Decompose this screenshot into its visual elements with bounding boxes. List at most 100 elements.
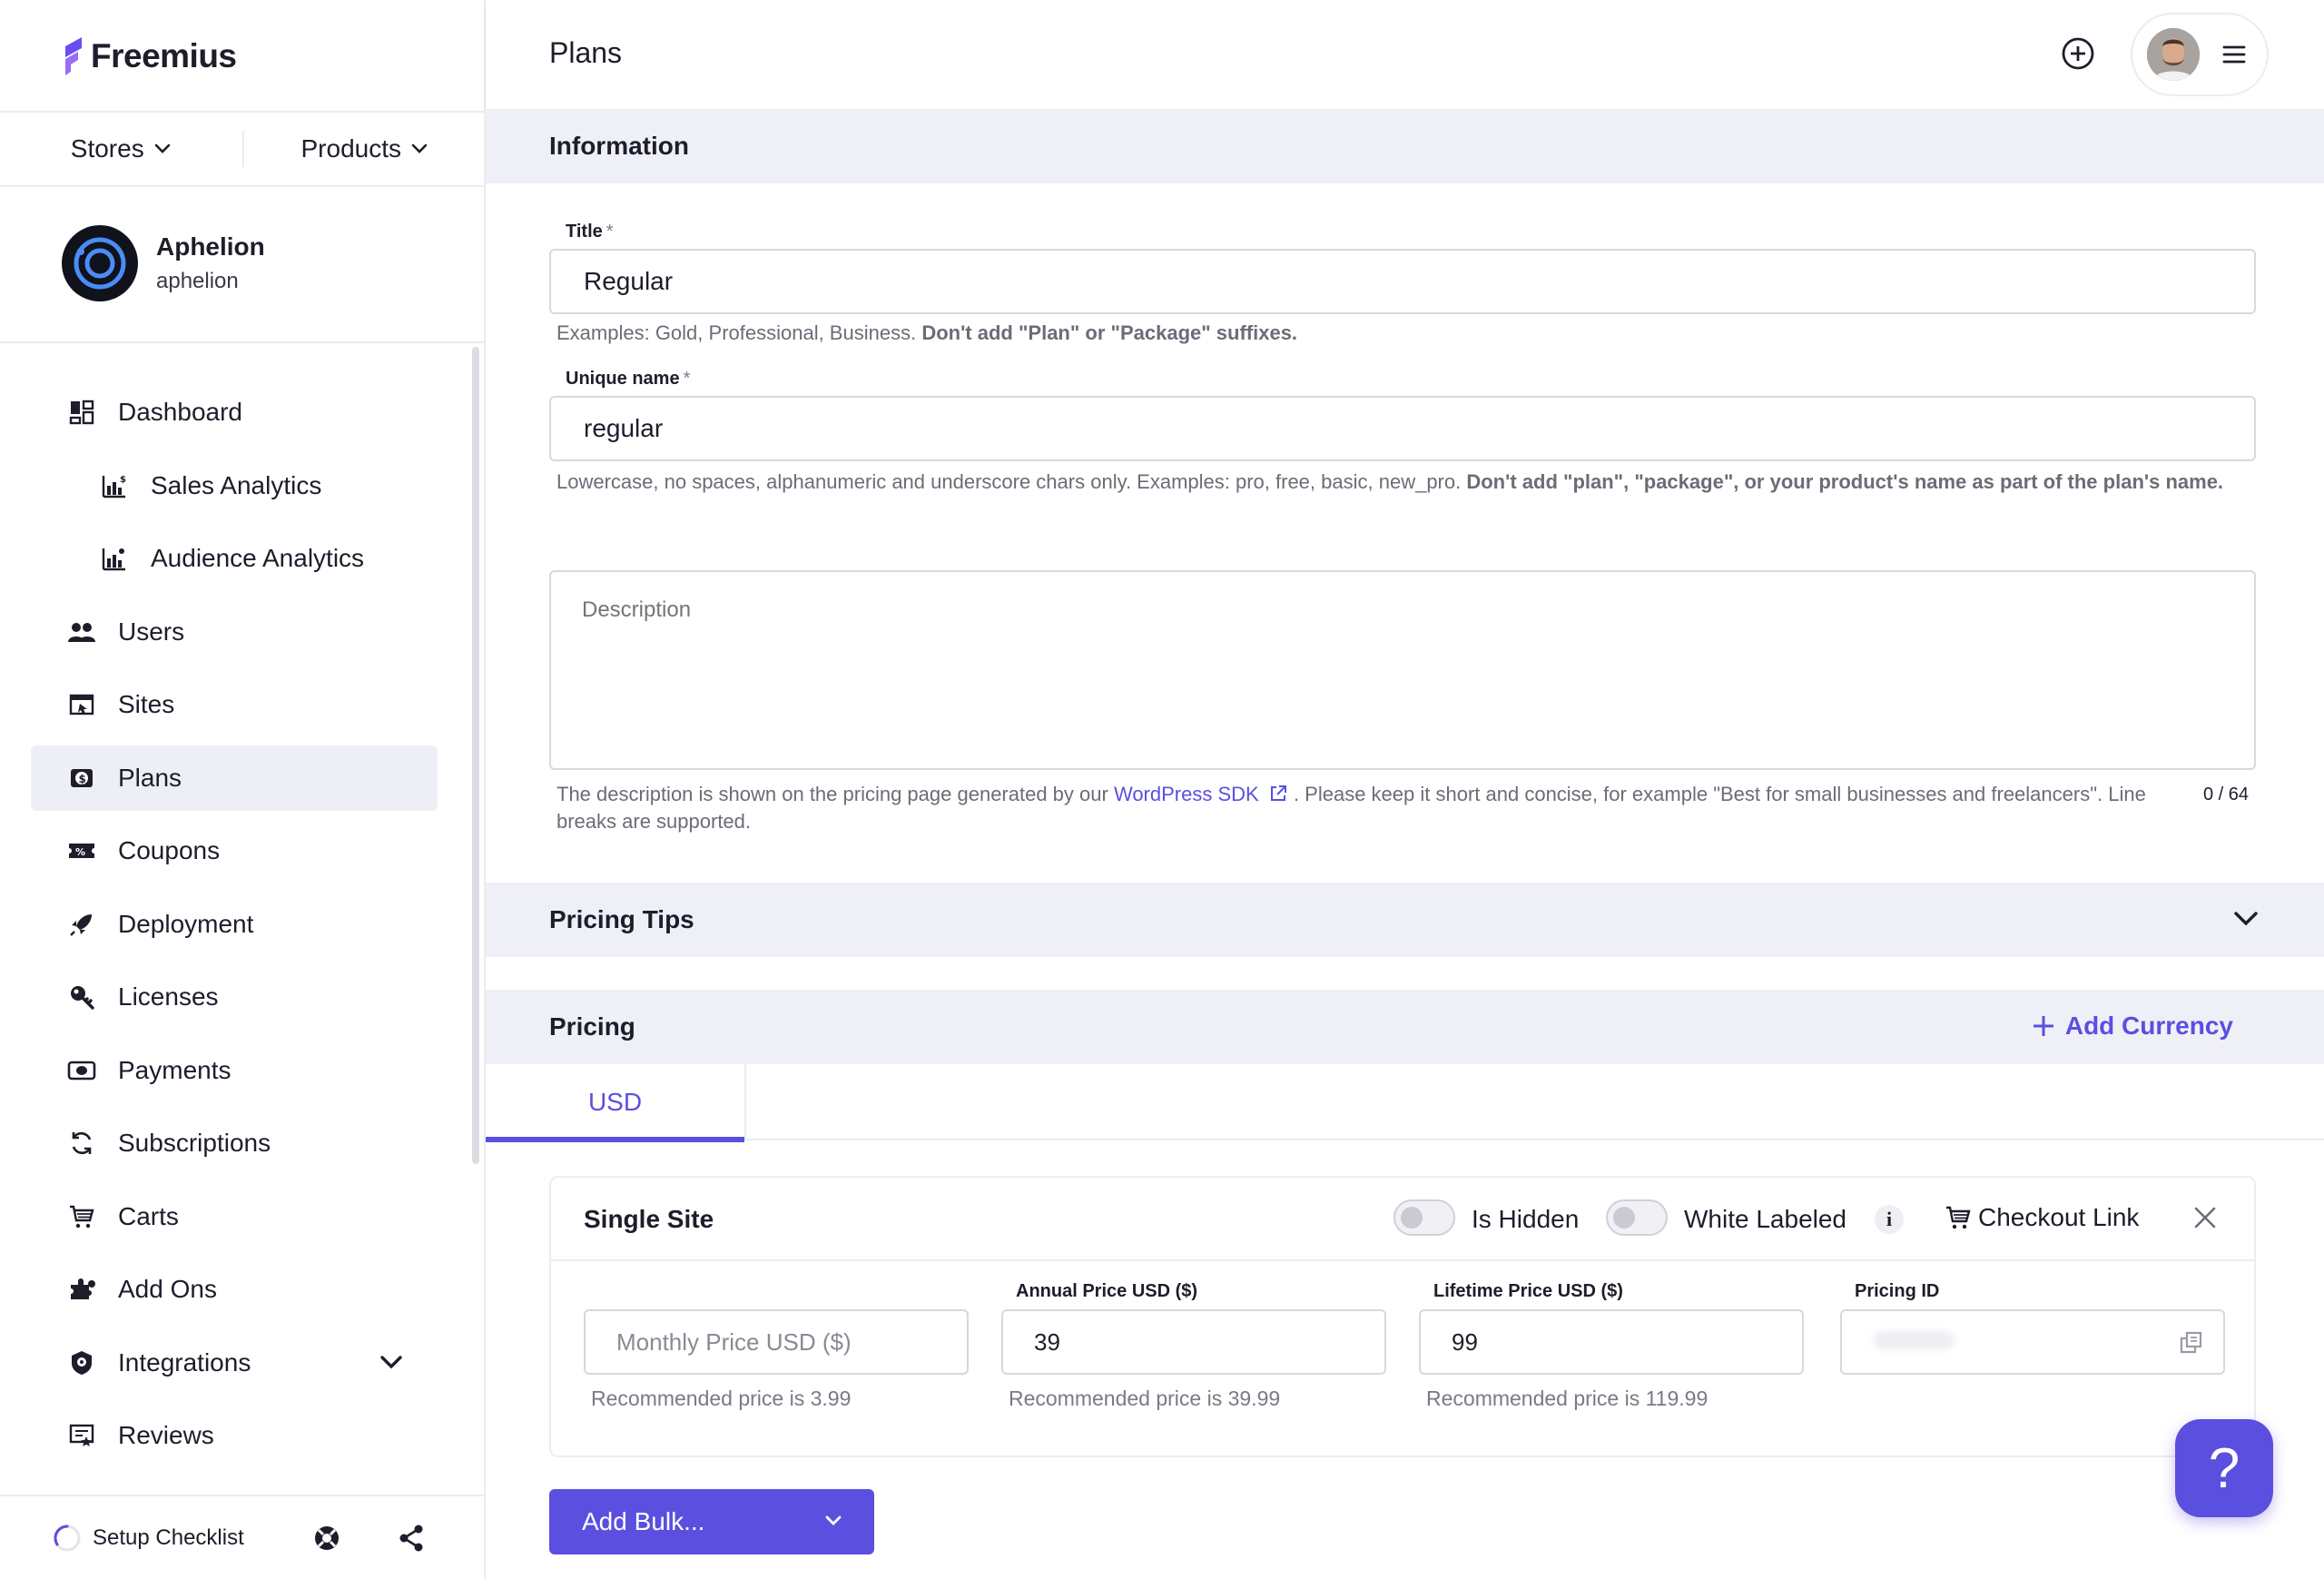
- plus-icon: [2033, 1016, 2053, 1036]
- lifetime-price-input[interactable]: [1419, 1309, 1804, 1375]
- sidebar-nav: Dashboard $ Sales Analytics Audience Ana…: [31, 380, 438, 1476]
- coupons-icon: %: [67, 836, 96, 865]
- sidebar-item-audience-analytics[interactable]: Audience Analytics: [31, 526, 438, 591]
- sidebar-item-sites[interactable]: Sites: [31, 672, 438, 737]
- products-dropdown[interactable]: Products: [244, 134, 487, 163]
- subscriptions-icon: [67, 1129, 96, 1158]
- close-icon: [2194, 1207, 2216, 1229]
- page-title: Plans: [549, 36, 623, 69]
- lifetime-price-label: Lifetime Price USD ($): [1433, 1281, 1623, 1301]
- svg-text:$: $: [79, 773, 86, 785]
- title-label: Title *: [566, 222, 614, 242]
- sidebar-item-label: Reviews: [118, 1421, 214, 1449]
- sidebar-item-label: Subscriptions: [118, 1129, 271, 1157]
- freemius-logo[interactable]: Freemius: [62, 31, 237, 82]
- store-slug: aphelion: [156, 269, 239, 293]
- annual-price-input[interactable]: [1001, 1309, 1386, 1375]
- wordpress-sdk-link[interactable]: WordPress SDK: [1114, 783, 1288, 805]
- sidebar-item-carts[interactable]: Carts: [31, 1184, 438, 1249]
- required-mark: *: [606, 222, 614, 242]
- users-icon: [67, 617, 96, 646]
- help-text-bold: Don't add "plan", "package", or your pro…: [1466, 470, 2224, 493]
- sidebar-item-label: Coupons: [118, 836, 221, 864]
- pricing-tips-toggle[interactable]: [2231, 906, 2260, 932]
- description-help-text: The description is shown on the pricing …: [556, 781, 2181, 835]
- share-button[interactable]: [398, 1524, 425, 1553]
- reviews-icon: [67, 1421, 96, 1450]
- store-name: Aphelion: [156, 232, 265, 261]
- setup-checklist-link[interactable]: Setup Checklist: [53, 1524, 244, 1553]
- chevron-down-icon: [2234, 912, 2258, 926]
- progress-ring-icon: [54, 1524, 81, 1551]
- sidebar-item-reviews[interactable]: Reviews: [31, 1403, 438, 1468]
- sidebar-item-label: Audience Analytics: [151, 544, 365, 572]
- support-button[interactable]: [312, 1524, 341, 1553]
- add-currency-label: Add Currency: [2064, 1012, 2233, 1040]
- title-input[interactable]: [549, 249, 2256, 314]
- sidebar-item-deployment[interactable]: Deployment: [31, 892, 438, 957]
- hamburger-menu-icon: [2222, 45, 2246, 64]
- user-menu-button[interactable]: [2131, 13, 2269, 96]
- stores-dropdown[interactable]: Stores: [0, 134, 242, 163]
- is-hidden-toggle[interactable]: [1393, 1199, 1455, 1236]
- description-textarea[interactable]: [549, 570, 2256, 770]
- lifebuoy-icon: [315, 1526, 339, 1550]
- tab-usd[interactable]: USD: [486, 1064, 744, 1142]
- deployment-icon: [67, 910, 96, 939]
- sidebar-item-label: Dashboard: [118, 398, 242, 426]
- unique-name-help-text: Lowercase, no spaces, alphanumeric and u…: [556, 469, 2254, 496]
- user-photo-icon: [2147, 28, 2200, 81]
- sidebar-item-subscriptions[interactable]: Subscriptions: [31, 1110, 438, 1176]
- sidebar: Freemius Stores Products Aphelion apheli…: [0, 0, 486, 1579]
- pricing-id-label: Pricing ID: [1855, 1281, 1940, 1301]
- chevron-down-icon[interactable]: [378, 1348, 405, 1376]
- sidebar-item-add-ons[interactable]: Add Ons: [31, 1257, 438, 1322]
- store-avatar: [62, 225, 138, 301]
- unique-name-input[interactable]: [549, 396, 2256, 461]
- top-bar: Plans: [486, 0, 2324, 109]
- payments-icon: [67, 1056, 96, 1085]
- pricing-tips-section-header[interactable]: Pricing Tips: [486, 883, 2324, 957]
- chevron-down-icon: [825, 1515, 842, 1525]
- unique-name-label: Unique name *: [566, 369, 690, 390]
- sidebar-item-label: Integrations: [118, 1347, 251, 1377]
- aphelion-logo-icon: [74, 237, 126, 290]
- link-text: WordPress SDK: [1113, 783, 1259, 805]
- sidebar-item-integrations[interactable]: Integrations: [31, 1330, 438, 1396]
- add-bulk-dropdown[interactable]: Add Bulk...: [549, 1489, 874, 1554]
- sidebar-item-licenses[interactable]: Licenses: [31, 964, 438, 1030]
- sidebar-item-label: Sales Analytics: [151, 470, 322, 499]
- pricing-id-redacted: [1873, 1331, 1955, 1349]
- monthly-price-input[interactable]: [584, 1309, 969, 1375]
- create-new-button[interactable]: [2061, 36, 2095, 71]
- help-chat-button[interactable]: ?: [2175, 1419, 2273, 1517]
- sidebar-item-coupons[interactable]: % Coupons: [31, 818, 438, 883]
- pricing-section-header: Pricing Add Currency: [486, 990, 2324, 1064]
- sidebar-item-sales-analytics[interactable]: $ Sales Analytics: [31, 453, 438, 518]
- info-icon[interactable]: i: [1875, 1205, 1904, 1234]
- sidebar-item-label: Users: [118, 617, 185, 646]
- current-store[interactable]: Aphelion aphelion: [62, 225, 265, 301]
- sidebar-item-plans[interactable]: $ Plans: [31, 745, 438, 811]
- help-text: The description is shown on the pricing …: [556, 783, 1108, 805]
- sidebar-item-payments[interactable]: Payments: [31, 1038, 438, 1103]
- sidebar-scrollbar[interactable]: [472, 347, 479, 1164]
- white-labeled-toggle[interactable]: [1606, 1199, 1668, 1236]
- setup-checklist-label: Setup Checklist: [93, 1525, 244, 1550]
- toggle-knob: [1401, 1207, 1423, 1229]
- section-title: Information: [549, 132, 689, 160]
- pricing-id-field[interactable]: [1840, 1309, 2225, 1375]
- audience-analytics-icon: [100, 544, 129, 573]
- dashboard-icon: [67, 398, 96, 427]
- add-currency-button[interactable]: Add Currency: [2031, 1012, 2233, 1041]
- chevron-down-icon: [154, 143, 171, 153]
- svg-text:$: $: [120, 475, 126, 485]
- sidebar-item-users[interactable]: Users: [31, 599, 438, 665]
- svg-text:%: %: [75, 846, 85, 858]
- help-text: Lowercase, no spaces, alphanumeric and u…: [556, 470, 1462, 493]
- section-title: Pricing: [549, 1012, 635, 1041]
- remove-pricing-button[interactable]: [2192, 1205, 2218, 1230]
- copy-button[interactable]: [2178, 1329, 2205, 1357]
- checkout-link-button[interactable]: Checkout Link: [1944, 1203, 2139, 1232]
- sidebar-item-dashboard[interactable]: Dashboard: [31, 380, 438, 445]
